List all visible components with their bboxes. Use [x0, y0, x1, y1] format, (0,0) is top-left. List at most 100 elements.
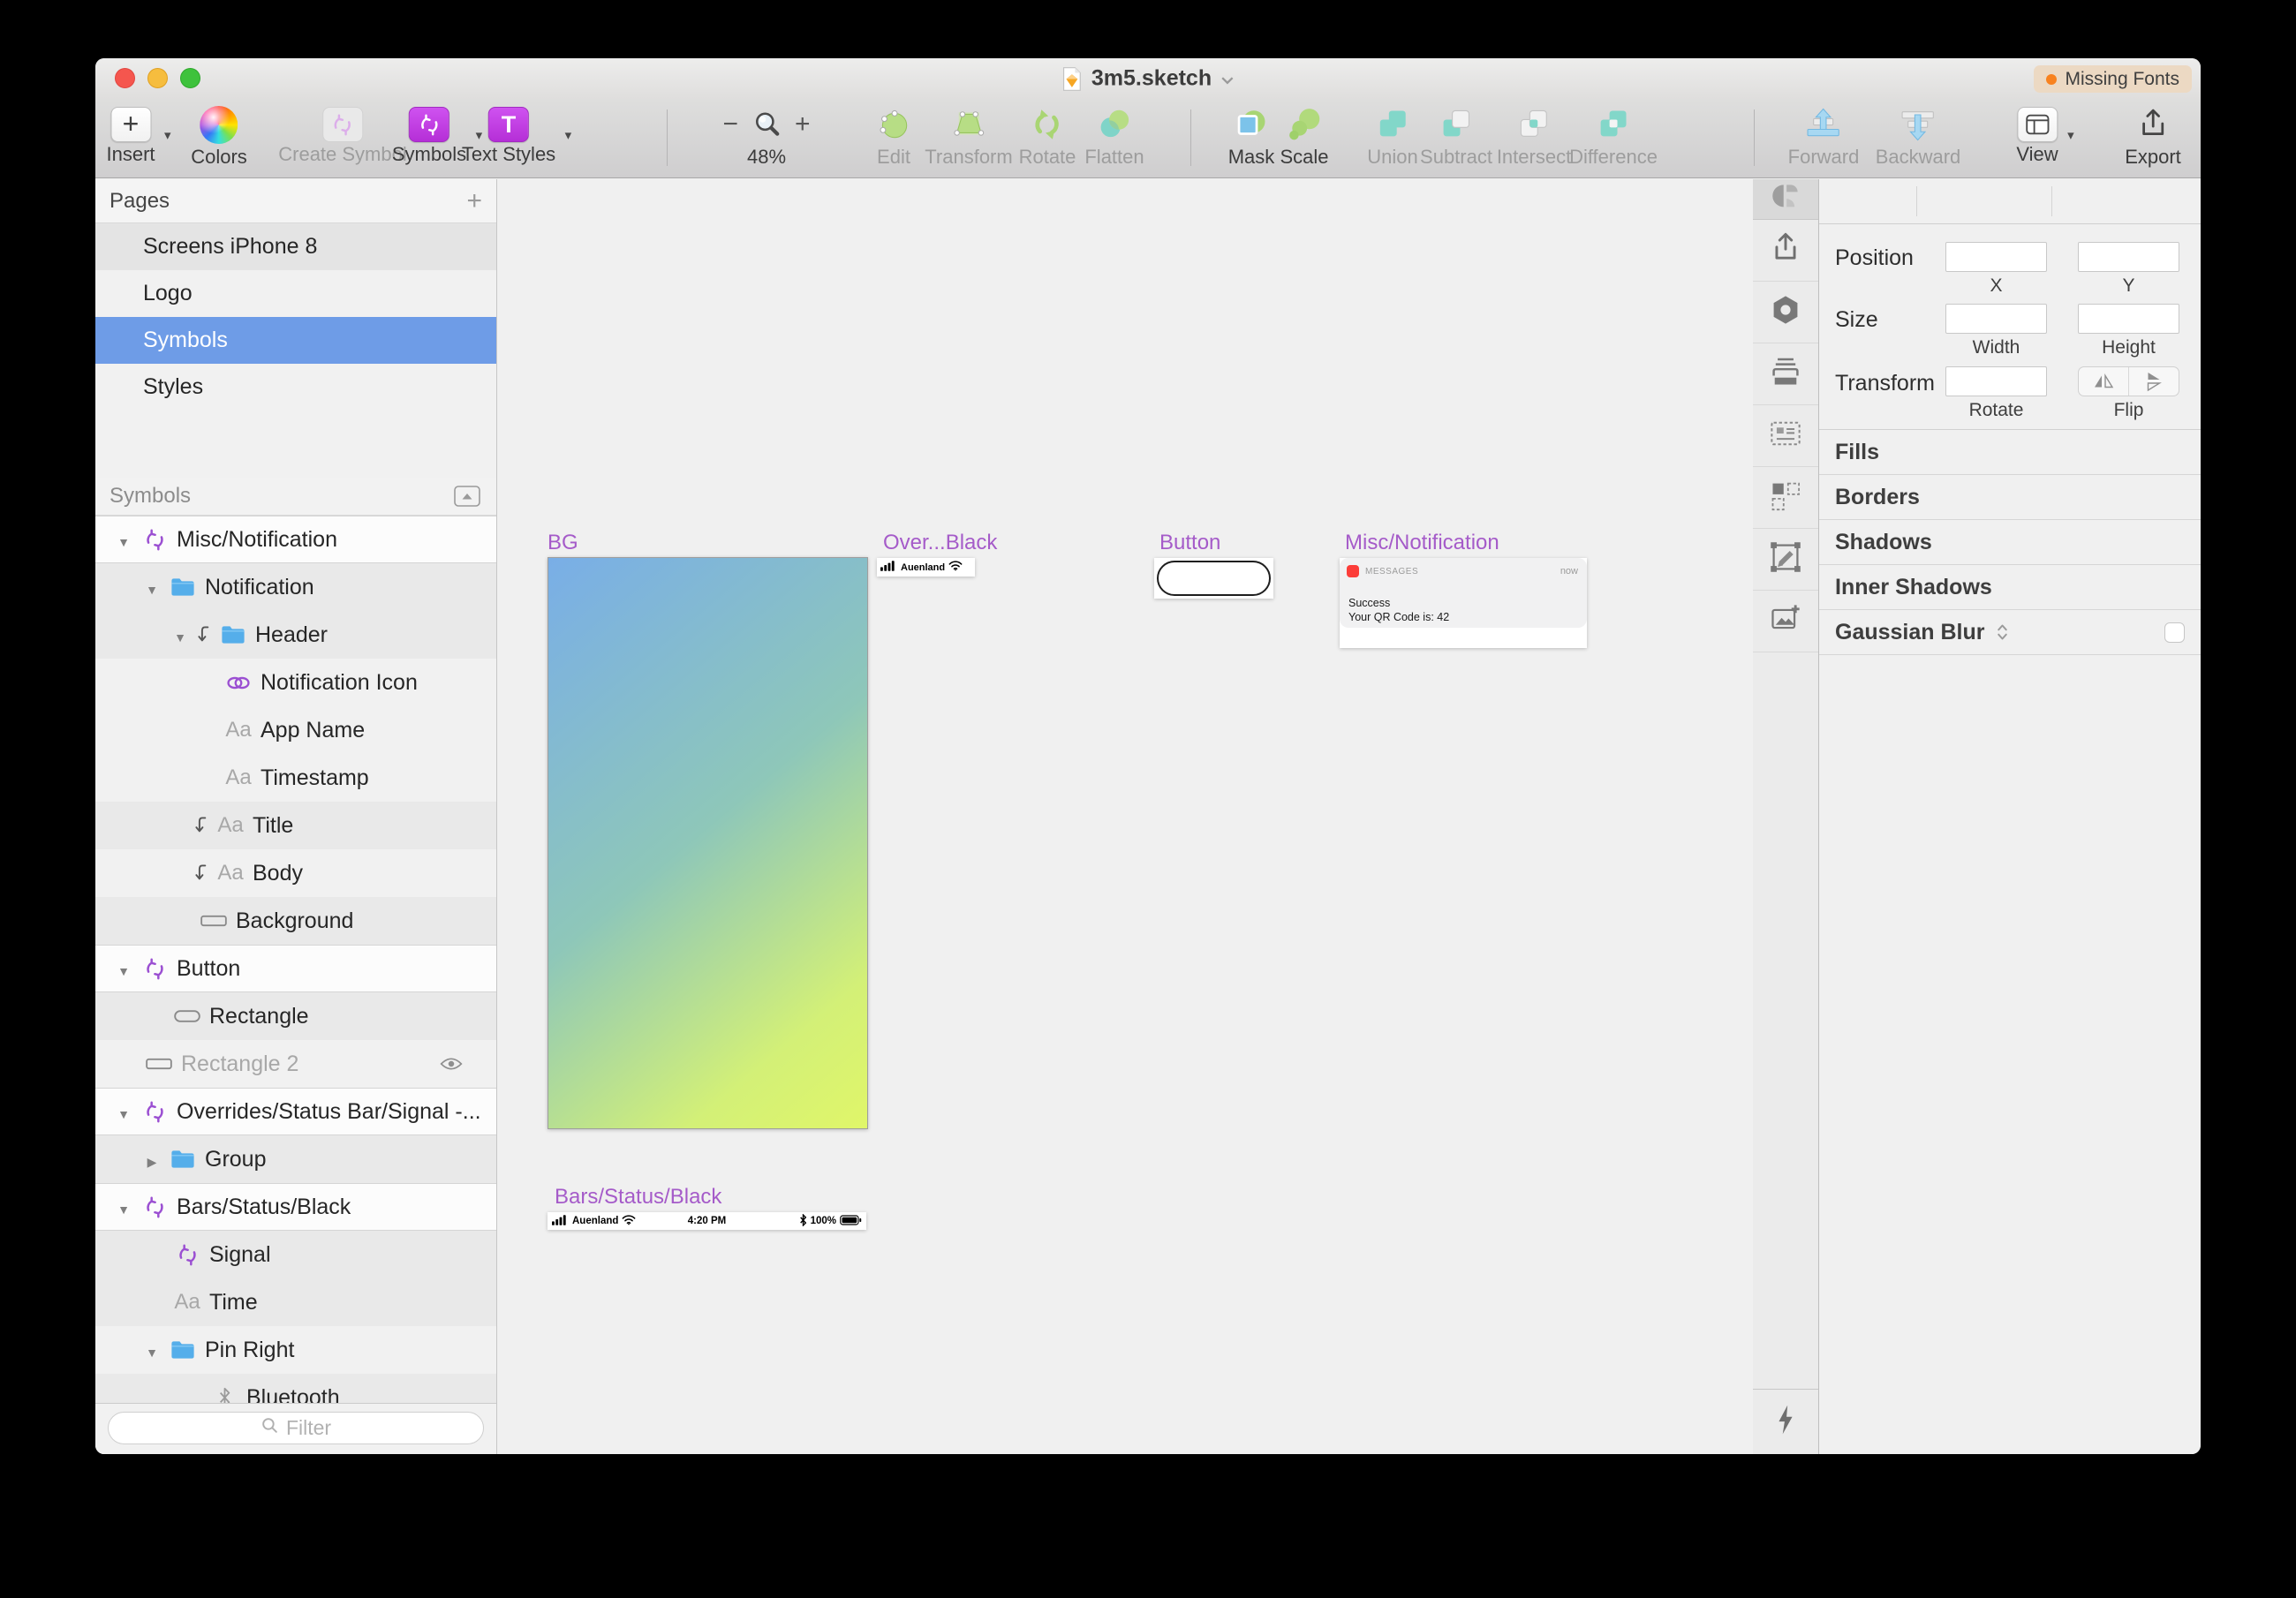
artboard-button[interactable] — [1154, 558, 1273, 599]
align-icon[interactable] — [2058, 189, 2083, 214]
align-icon[interactable] — [2153, 189, 2178, 214]
symbols-page-icon[interactable] — [452, 485, 482, 508]
toolbar-item-difference[interactable]: ▾ Difference — [1569, 104, 1658, 169]
align-icon[interactable] — [1930, 189, 1955, 214]
align-icon[interactable] — [2021, 189, 2046, 214]
plugin-cell[interactable] — [1753, 529, 1818, 591]
disclosure-triangle[interactable] — [115, 1099, 132, 1125]
rotate-field[interactable] — [1945, 366, 2047, 396]
style-section[interactable]: Shadows — [1819, 520, 2201, 565]
filter-input[interactable]: Filter — [108, 1412, 484, 1444]
toolbar-item-edit[interactable]: ▾ Edit — [875, 104, 912, 169]
layer-row-rectangle-2[interactable]: Rectangle 2 — [95, 1040, 496, 1088]
toolbar-item-insert[interactable]: + ▾ Insert — [106, 104, 155, 166]
document-title-group[interactable]: 3m5.sketch — [1061, 66, 1235, 92]
artboard-misc-notification[interactable]: MESSAGES now Success Your QR Code is: 42 — [1340, 558, 1587, 648]
layer-row-pin-right[interactable]: Pin Right — [95, 1326, 496, 1374]
disclosure-triangle[interactable] — [143, 575, 161, 600]
layer-row-body[interactable]: Aa Body — [95, 849, 496, 897]
layer-row-header[interactable]: Header — [95, 611, 496, 659]
toolbar-item-backward[interactable]: ▾ Backward — [1876, 104, 1961, 169]
artboard-label-button[interactable]: Button — [1159, 531, 1220, 555]
layer-row-overrides[interactable]: Overrides/Status Bar/Signal -... — [95, 1088, 496, 1135]
canvas[interactable]: BG Over...Black Auenland Button Misc/Not… — [497, 179, 1753, 1454]
layer-row-group[interactable]: Group — [95, 1135, 496, 1183]
artboard-label-over[interactable]: Over...Black — [883, 531, 997, 555]
toolbar-item-subtract[interactable]: ▾ Subtract — [1420, 104, 1492, 169]
style-section[interactable]: Inner Shadows — [1819, 565, 2201, 610]
flip-vertical-button[interactable] — [2129, 367, 2179, 396]
artboard-bars-status-black[interactable]: Auenland 4:20 PM 100% — [548, 1212, 866, 1230]
page-row-styles[interactable]: Styles — [95, 364, 496, 411]
layer-row-app-name[interactable]: Aa App Name — [95, 706, 496, 754]
page-row-screens-iphone-8[interactable]: Screens iPhone 8 — [95, 223, 496, 270]
toolbar-item-zoom[interactable]: −+ ▾ 48% — [722, 104, 810, 169]
artboard-label-misc[interactable]: Misc/Notification — [1345, 531, 1499, 555]
width-field[interactable] — [1945, 304, 2047, 334]
add-page-button[interactable]: + — [466, 188, 482, 215]
disclosure-triangle[interactable] — [115, 956, 132, 982]
flip-horizontal-button[interactable] — [2079, 367, 2129, 396]
chevron-down-icon[interactable] — [1220, 72, 1235, 86]
plugin-cell[interactable] — [1753, 282, 1818, 343]
style-section[interactable]: Borders — [1819, 475, 2201, 520]
height-field[interactable] — [2078, 304, 2179, 334]
position-x-field[interactable] — [1945, 242, 2047, 272]
style-section[interactable]: Fills — [1819, 430, 2201, 475]
layer-row-notification-icon[interactable]: Notification Icon — [95, 659, 496, 706]
layer-row-background[interactable]: Background — [95, 897, 496, 945]
layer-row-timestamp[interactable]: Aa Timestamp — [95, 754, 496, 802]
zoom-window-button[interactable] — [180, 68, 200, 88]
plugin-cell[interactable] — [1753, 220, 1818, 282]
disclosure-triangle[interactable] — [171, 622, 189, 648]
layer-row-bluetooth[interactable]: Bluetooth — [95, 1374, 496, 1403]
layer-row-rectangle[interactable]: Rectangle — [95, 992, 496, 1040]
align-icon[interactable] — [2103, 189, 2128, 214]
zoom-in-button[interactable]: + — [795, 111, 811, 138]
close-button[interactable] — [115, 68, 135, 88]
toolbar-item-colors[interactable]: ▾ Colors — [191, 104, 247, 169]
toolbar-item-symbols[interactable]: ▾ Symbols — [392, 104, 466, 166]
layer-row-notification[interactable]: Notification — [95, 563, 496, 611]
layer-row-button-symbol[interactable]: Button — [95, 945, 496, 992]
toolbar-item-create-symbol[interactable]: ▾ Create Symbol — [278, 104, 407, 166]
artboard-label-bars[interactable]: Bars/Status/Black — [555, 1185, 721, 1210]
eye-icon[interactable] — [440, 1057, 463, 1071]
page-row-symbols[interactable]: Symbols — [95, 317, 496, 364]
zoom-out-button[interactable]: − — [722, 111, 738, 138]
toolbar-item-scale[interactable]: ▾ Scale — [1280, 104, 1328, 169]
toolbar-item-text-styles[interactable]: T ▾ Text Styles — [462, 104, 555, 166]
layer-row-misc-notification[interactable]: Misc/Notification — [95, 516, 496, 563]
artboard-bg[interactable] — [548, 557, 868, 1129]
bolt-icon[interactable] — [1774, 1400, 1797, 1443]
layer-row-title[interactable]: Aa Title — [95, 802, 496, 849]
artboard-over-black[interactable]: Auenland — [877, 558, 975, 577]
toolbar-item-flatten[interactable]: ▾ Flatten — [1084, 104, 1144, 169]
missing-fonts-badge[interactable]: Missing Fonts — [2034, 65, 2192, 93]
plugin-tab[interactable] — [1753, 179, 1818, 220]
layer-row-time[interactable]: Aa Time — [95, 1278, 496, 1326]
plugin-cell[interactable] — [1753, 591, 1818, 652]
align-icon[interactable] — [1977, 189, 2002, 214]
layer-row-signal[interactable]: Signal — [95, 1231, 496, 1278]
toolbar-item-union[interactable]: ▾ Union — [1367, 104, 1417, 169]
align-icon[interactable] — [1867, 189, 1892, 214]
disclosure-triangle[interactable] — [115, 527, 132, 553]
toolbar-item-forward[interactable]: ▾ Forward — [1788, 104, 1860, 169]
minimize-button[interactable] — [147, 68, 168, 88]
plugin-cell[interactable] — [1753, 467, 1818, 529]
position-y-field[interactable] — [2078, 242, 2179, 272]
toolbar-item-transform[interactable]: ▾ Transform — [925, 104, 1012, 169]
disclosure-triangle[interactable] — [143, 1338, 161, 1363]
disclosure-triangle[interactable] — [115, 1195, 132, 1220]
plugin-cell[interactable] — [1753, 343, 1818, 405]
toolbar-item-rotate[interactable]: ▾ Rotate — [1019, 104, 1076, 169]
blur-checkbox[interactable] — [2164, 622, 2185, 643]
style-section[interactable]: Gaussian Blur — [1819, 610, 2201, 655]
plugin-cell[interactable] — [1753, 405, 1818, 467]
toolbar-item-view[interactable]: ▾ View — [2016, 104, 2058, 166]
toolbar-item-intersect[interactable]: ▾ Intersect — [1497, 104, 1571, 169]
page-row-logo[interactable]: Logo — [95, 270, 496, 317]
artboard-label-bg[interactable]: BG — [548, 531, 578, 555]
disclosure-triangle[interactable] — [143, 1147, 161, 1172]
